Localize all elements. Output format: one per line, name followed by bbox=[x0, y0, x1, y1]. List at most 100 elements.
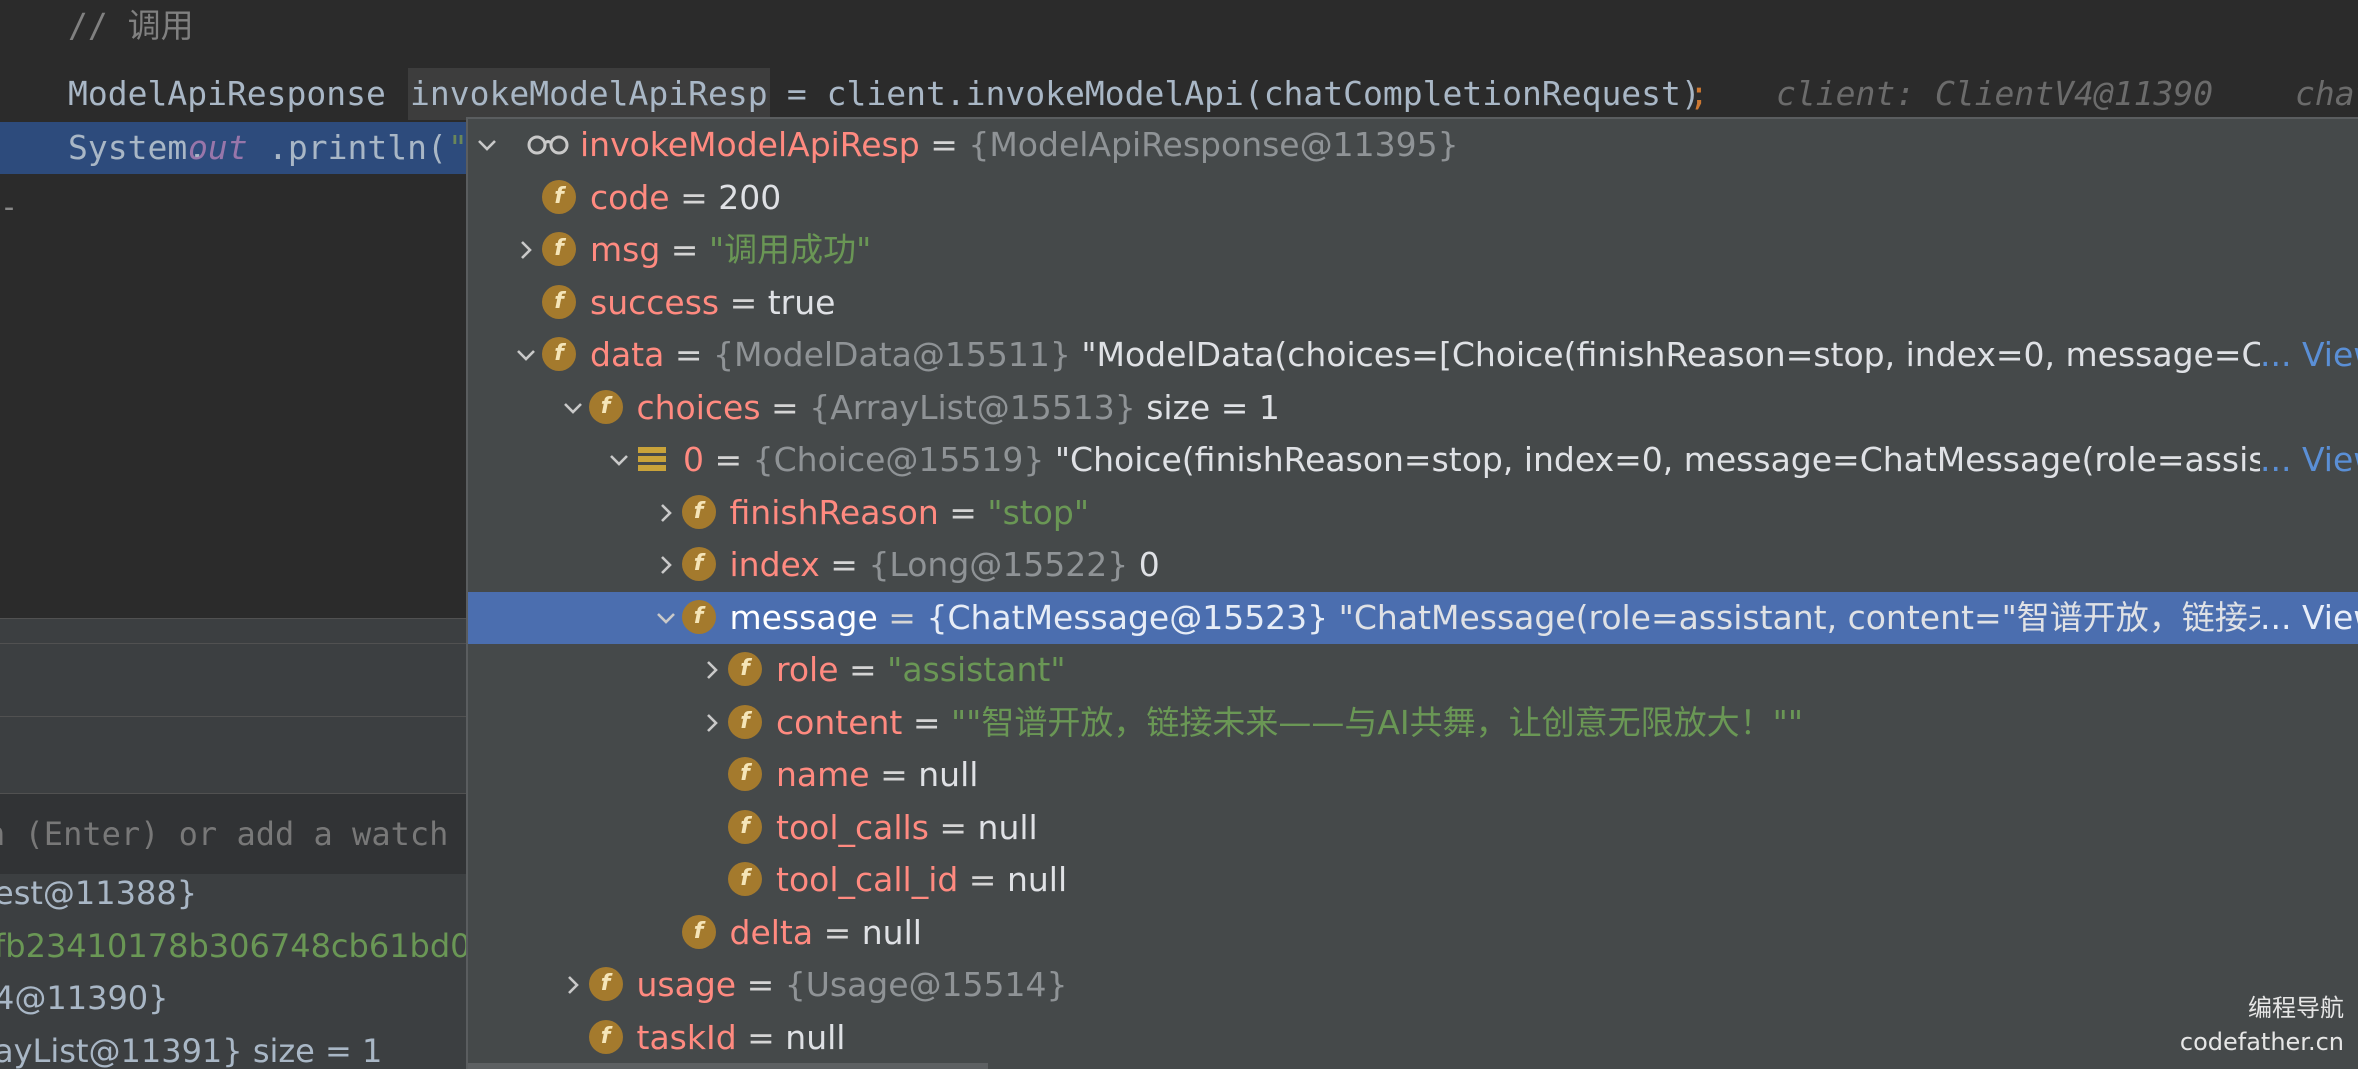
tree-node-tool-call-id[interactable]: f tool_call_id = null bbox=[468, 854, 2358, 906]
field-name: success bbox=[590, 283, 720, 322]
tree-node-choice0[interactable]: 0 = {Choice@15519} "Choice(finishReason=… bbox=[468, 434, 2358, 486]
tree-node-tool-calls[interactable]: f tool_calls = null bbox=[468, 802, 2358, 854]
code-line-assignment: ModelApiResponse invokeModelApiResp = cl… bbox=[0, 68, 2358, 120]
tree-node-name[interactable]: f name = null bbox=[468, 749, 2358, 801]
field-value: null bbox=[861, 913, 922, 952]
assignment-expression: = client.invokeModelApi(chatCompletionRe… bbox=[767, 74, 1701, 113]
tree-node-usage[interactable]: f usage = {Usage@15514} bbox=[468, 959, 2358, 1011]
field-value: ""智谱开放，链接未来——与AI共舞，让创意无限放大！"" bbox=[951, 703, 1804, 742]
field-icon: f bbox=[588, 390, 623, 424]
object-reference: {ModelData@15511} bbox=[712, 335, 1071, 374]
tree-node-finishreason[interactable]: f finishReason = "stop" bbox=[468, 487, 2358, 539]
tree-node-root[interactable]: invokeModelApiResp = {ModelApiResponse@1… bbox=[468, 119, 2358, 171]
tree-node-label: invokeModelApiResp = {ModelApiResponse@1… bbox=[580, 119, 1459, 171]
field-value: "stop" bbox=[987, 493, 1090, 532]
debug-toolbar-area bbox=[0, 644, 470, 794]
field-icon: f bbox=[681, 600, 716, 634]
highlighted-variable[interactable]: invokeModelApiResp bbox=[408, 68, 770, 120]
field-name: name bbox=[776, 755, 870, 794]
field-icon: f bbox=[542, 180, 576, 214]
equals-sign: = bbox=[869, 755, 919, 794]
field-value: "assistant" bbox=[887, 650, 1066, 689]
tree-node-taskid[interactable]: f taskId = null bbox=[468, 1012, 2358, 1064]
equals-sign: = bbox=[819, 545, 869, 584]
tree-node-choices[interactable]: f choices = {ArrayList@15513} size = 1 bbox=[468, 382, 2358, 434]
field-name: message bbox=[729, 598, 878, 637]
chevron-right-icon[interactable] bbox=[701, 712, 723, 734]
panel-splitter[interactable] bbox=[0, 618, 470, 644]
field-name: code bbox=[590, 178, 670, 217]
watermark-line-2: codefather.cn bbox=[2179, 1028, 2344, 1056]
equals-sign: = bbox=[958, 860, 1007, 899]
tree-node-index[interactable]: f index = {Long@15522} 0 bbox=[468, 539, 2358, 591]
system-class: System. bbox=[68, 128, 208, 167]
tree-node-role[interactable]: f role = "assistant" bbox=[468, 644, 2358, 696]
chevron-right-icon[interactable] bbox=[562, 974, 584, 996]
variable-item[interactable]: est@11388} bbox=[0, 874, 197, 919]
tree-node-label: message = {ChatMessage@15523} "ChatMessa… bbox=[730, 592, 2261, 644]
chevron-right-icon[interactable] bbox=[701, 659, 723, 681]
horizontal-scrollbar[interactable] bbox=[468, 1063, 988, 1069]
chevron-down-icon[interactable] bbox=[476, 134, 498, 156]
field-icon: f bbox=[542, 232, 576, 266]
field-name: choices bbox=[636, 388, 761, 427]
field-icon: f bbox=[588, 1020, 623, 1054]
view-link[interactable]: ... View bbox=[2260, 434, 2358, 486]
evaluate-watch-input[interactable]: n (Enter) or add a watch bbox=[0, 794, 470, 874]
variable-item[interactable]: ayList@11391} size = 1 bbox=[0, 1025, 382, 1069]
equals-sign: = bbox=[902, 703, 951, 742]
debugger-value-popup[interactable]: invokeModelApiResp = {ModelApiResponse@1… bbox=[466, 117, 2358, 1069]
tree-node-content[interactable]: f content = ""智谱开放，链接未来——与AI共舞，让创意无限放大！"" bbox=[468, 697, 2358, 749]
field-name: usage bbox=[636, 965, 737, 1004]
field-name: taskId bbox=[636, 1018, 737, 1057]
semicolon: ; bbox=[1689, 74, 1709, 113]
chevron-down-icon[interactable] bbox=[655, 607, 677, 629]
view-link[interactable]: ... View bbox=[2260, 592, 2358, 644]
watch-input-placeholder: n (Enter) or add a watch bbox=[0, 815, 449, 853]
object-reference: {Long@15522} bbox=[868, 545, 1129, 584]
chevron-down-icon[interactable] bbox=[515, 344, 537, 366]
field-value: 200 bbox=[718, 178, 782, 217]
tree-node-label: 0 = {Choice@15519} "Choice(finishReason=… bbox=[683, 434, 2260, 486]
chevron-down-icon[interactable] bbox=[608, 449, 630, 471]
object-reference: {ArrayList@15513} bbox=[809, 388, 1136, 427]
tree-node-label: msg = "调用成功" bbox=[590, 224, 871, 276]
field-value: "ChatMessage(role=assistant, content="智谱… bbox=[1328, 598, 2260, 637]
object-reference: {Usage@15514} bbox=[784, 965, 1068, 1004]
equals-sign: = bbox=[719, 283, 768, 322]
field-name: tool_calls bbox=[776, 808, 929, 847]
tree-node-label: content = ""智谱开放，链接未来——与AI共舞，让创意无限放大！"" bbox=[776, 697, 1803, 749]
chevron-down-icon[interactable] bbox=[562, 397, 584, 419]
variable-item[interactable]: fb23410178b306748cb61bd08 bbox=[0, 920, 470, 972]
chevron-right-icon[interactable] bbox=[655, 502, 677, 524]
tree-node-success[interactable]: f success = true bbox=[468, 277, 2358, 329]
string-quote: " bbox=[448, 128, 468, 167]
inlay-hint-client: client: ClientV4@11390 bbox=[1776, 74, 2214, 113]
tree-node-msg[interactable]: f msg = "调用成功" bbox=[468, 224, 2358, 276]
tree-node-code[interactable]: f code = 200 bbox=[468, 172, 2358, 224]
tree-node-label: name = null bbox=[776, 749, 978, 801]
view-link[interactable]: ... View bbox=[2260, 329, 2358, 381]
tree-node-label: taskId = null bbox=[637, 1012, 846, 1064]
equals-sign: = bbox=[736, 1018, 786, 1057]
object-reference: {ChatMessage@15523} bbox=[926, 598, 1329, 637]
println-call: .println( bbox=[268, 128, 447, 167]
tree-node-message[interactable]: f message = {ChatMessage@15523} "ChatMess… bbox=[468, 592, 2358, 644]
chevron-right-icon[interactable] bbox=[515, 239, 537, 261]
field-icon: f bbox=[588, 967, 623, 1001]
equals-sign: = bbox=[760, 388, 810, 427]
tree-node-label: usage = {Usage@15514} bbox=[637, 959, 1068, 1011]
comment-text: // 调用 bbox=[68, 6, 194, 45]
tree-node-label: code = 200 bbox=[590, 172, 781, 224]
object-reference: {Choice@15519} bbox=[752, 440, 1045, 479]
chevron-right-icon[interactable] bbox=[655, 554, 677, 576]
equals-sign: = bbox=[813, 913, 862, 952]
tree-node-delta[interactable]: f delta = null bbox=[468, 907, 2358, 959]
equals-sign: = bbox=[736, 965, 785, 1004]
tree-node-data[interactable]: f data = {ModelData@15511} "ModelData(cho… bbox=[468, 329, 2358, 381]
equals-sign: = bbox=[877, 598, 927, 637]
field-value: 0 bbox=[1128, 545, 1160, 584]
tree-node-label: delta = null bbox=[730, 907, 922, 959]
tree-node-label: success = true bbox=[590, 277, 835, 329]
variable-item[interactable]: 4@11390} bbox=[0, 972, 169, 1024]
